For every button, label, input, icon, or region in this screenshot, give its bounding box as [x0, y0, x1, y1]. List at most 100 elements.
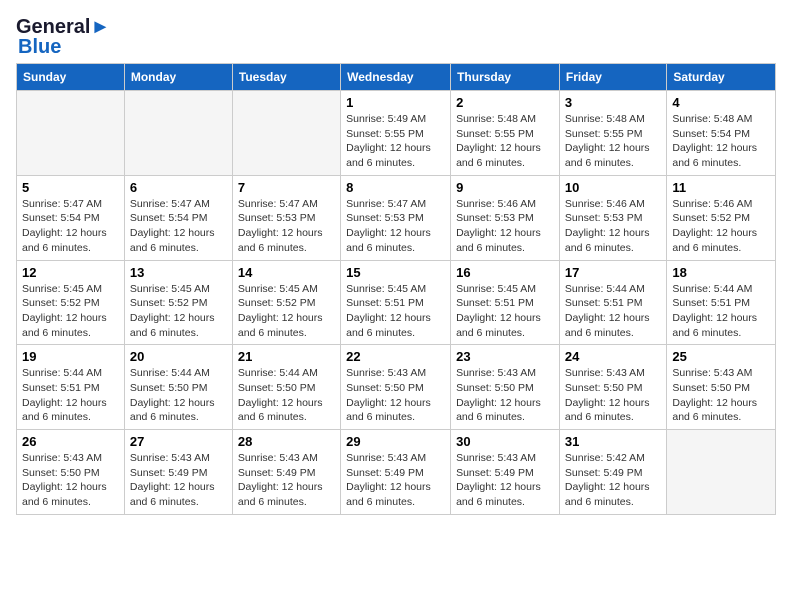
- header-row: SundayMondayTuesdayWednesdayThursdayFrid…: [17, 64, 776, 91]
- calendar-cell: [667, 430, 776, 515]
- day-number: 12: [22, 265, 119, 280]
- calendar-cell: 12 Sunrise: 5:45 AMSunset: 5:52 PMDayligh…: [17, 260, 125, 345]
- col-header-monday: Monday: [124, 64, 232, 91]
- calendar-cell: 27 Sunrise: 5:43 AMSunset: 5:49 PMDayligh…: [124, 430, 232, 515]
- cell-content: Sunrise: 5:46 AMSunset: 5:53 PMDaylight:…: [565, 198, 650, 254]
- week-row-1: 1 Sunrise: 5:49 AMSunset: 5:55 PMDaylight…: [17, 91, 776, 176]
- day-number: 7: [238, 180, 335, 195]
- day-number: 11: [672, 180, 770, 195]
- day-number: 2: [456, 95, 554, 110]
- calendar-cell: 10 Sunrise: 5:46 AMSunset: 5:53 PMDayligh…: [559, 175, 666, 260]
- day-number: 8: [346, 180, 445, 195]
- logo: General► Blue: [16, 16, 110, 59]
- day-number: 1: [346, 95, 445, 110]
- cell-content: Sunrise: 5:48 AMSunset: 5:54 PMDaylight:…: [672, 113, 757, 169]
- col-header-tuesday: Tuesday: [232, 64, 340, 91]
- cell-content: Sunrise: 5:49 AMSunset: 5:55 PMDaylight:…: [346, 113, 431, 169]
- calendar-cell: 29 Sunrise: 5:43 AMSunset: 5:49 PMDayligh…: [341, 430, 451, 515]
- cell-content: Sunrise: 5:46 AMSunset: 5:52 PMDaylight:…: [672, 198, 757, 254]
- calendar-cell: 1 Sunrise: 5:49 AMSunset: 5:55 PMDaylight…: [341, 91, 451, 176]
- cell-content: Sunrise: 5:44 AMSunset: 5:50 PMDaylight:…: [130, 367, 215, 423]
- day-number: 6: [130, 180, 227, 195]
- calendar-table: SundayMondayTuesdayWednesdayThursdayFrid…: [16, 63, 776, 515]
- day-number: 15: [346, 265, 445, 280]
- calendar-cell: 13 Sunrise: 5:45 AMSunset: 5:52 PMDayligh…: [124, 260, 232, 345]
- day-number: 29: [346, 434, 445, 449]
- day-number: 14: [238, 265, 335, 280]
- day-number: 3: [565, 95, 661, 110]
- day-number: 30: [456, 434, 554, 449]
- day-number: 10: [565, 180, 661, 195]
- day-number: 25: [672, 349, 770, 364]
- calendar-cell: 8 Sunrise: 5:47 AMSunset: 5:53 PMDaylight…: [341, 175, 451, 260]
- cell-content: Sunrise: 5:44 AMSunset: 5:51 PMDaylight:…: [22, 367, 107, 423]
- cell-content: Sunrise: 5:44 AMSunset: 5:51 PMDaylight:…: [565, 283, 650, 339]
- calendar-cell: 25Sunrise: 5:43 AMSunset: 5:50 PMDayligh…: [667, 345, 776, 430]
- day-number: 4: [672, 95, 770, 110]
- cell-content: Sunrise: 5:45 AMSunset: 5:52 PMDaylight:…: [22, 283, 107, 339]
- calendar-cell: 22Sunrise: 5:43 AMSunset: 5:50 PMDayligh…: [341, 345, 451, 430]
- day-number: 17: [565, 265, 661, 280]
- cell-content: Sunrise: 5:45 AMSunset: 5:52 PMDaylight:…: [238, 283, 323, 339]
- day-number: 13: [130, 265, 227, 280]
- day-number: 5: [22, 180, 119, 195]
- cell-content: Sunrise: 5:44 AMSunset: 5:50 PMDaylight:…: [238, 367, 323, 423]
- cell-content: Sunrise: 5:47 AMSunset: 5:53 PMDaylight:…: [346, 198, 431, 254]
- calendar-cell: 26 Sunrise: 5:43 AMSunset: 5:50 PMDayligh…: [17, 430, 125, 515]
- col-header-thursday: Thursday: [451, 64, 560, 91]
- calendar-cell: 24 Sunrise: 5:43 AMSunset: 5:50 PMDayligh…: [559, 345, 666, 430]
- calendar-cell: 9 Sunrise: 5:46 AMSunset: 5:53 PMDaylight…: [451, 175, 560, 260]
- calendar-cell: [232, 91, 340, 176]
- day-number: 18: [672, 265, 770, 280]
- day-number: 21: [238, 349, 335, 364]
- col-header-wednesday: Wednesday: [341, 64, 451, 91]
- calendar-cell: [124, 91, 232, 176]
- calendar-cell: 3Sunrise: 5:48 AMSunset: 5:55 PMDaylight…: [559, 91, 666, 176]
- day-number: 23: [456, 349, 554, 364]
- day-number: 28: [238, 434, 335, 449]
- cell-content: Sunrise: 5:43 AMSunset: 5:49 PMDaylight:…: [346, 452, 431, 508]
- cell-content: Sunrise: 5:43 AMSunset: 5:50 PMDaylight:…: [22, 452, 107, 508]
- calendar-cell: 14 Sunrise: 5:45 AMSunset: 5:52 PMDayligh…: [232, 260, 340, 345]
- day-number: 27: [130, 434, 227, 449]
- week-row-5: 26 Sunrise: 5:43 AMSunset: 5:50 PMDayligh…: [17, 430, 776, 515]
- logo-text: General►: [16, 16, 110, 38]
- day-number: 20: [130, 349, 227, 364]
- day-number: 22: [346, 349, 445, 364]
- cell-content: Sunrise: 5:45 AMSunset: 5:51 PMDaylight:…: [346, 283, 431, 339]
- cell-content: Sunrise: 5:48 AMSunset: 5:55 PMDaylight:…: [456, 113, 541, 169]
- col-header-sunday: Sunday: [17, 64, 125, 91]
- calendar-cell: 23 Sunrise: 5:43 AMSunset: 5:50 PMDayligh…: [451, 345, 560, 430]
- day-number: 9: [456, 180, 554, 195]
- calendar-cell: 6Sunrise: 5:47 AMSunset: 5:54 PMDaylight…: [124, 175, 232, 260]
- cell-content: Sunrise: 5:43 AMSunset: 5:50 PMDaylight:…: [456, 367, 541, 423]
- day-number: 16: [456, 265, 554, 280]
- calendar-cell: 31Sunrise: 5:42 AMSunset: 5:49 PMDayligh…: [559, 430, 666, 515]
- week-row-3: 12 Sunrise: 5:45 AMSunset: 5:52 PMDayligh…: [17, 260, 776, 345]
- cell-content: Sunrise: 5:43 AMSunset: 5:49 PMDaylight:…: [238, 452, 323, 508]
- calendar-cell: 15 Sunrise: 5:45 AMSunset: 5:51 PMDayligh…: [341, 260, 451, 345]
- calendar-cell: 4 Sunrise: 5:48 AMSunset: 5:54 PMDaylight…: [667, 91, 776, 176]
- calendar-cell: 18 Sunrise: 5:44 AMSunset: 5:51 PMDayligh…: [667, 260, 776, 345]
- calendar-cell: 17 Sunrise: 5:44 AMSunset: 5:51 PMDayligh…: [559, 260, 666, 345]
- cell-content: Sunrise: 5:43 AMSunset: 5:49 PMDaylight:…: [130, 452, 215, 508]
- calendar-cell: 11 Sunrise: 5:46 AMSunset: 5:52 PMDayligh…: [667, 175, 776, 260]
- calendar-cell: 21 Sunrise: 5:44 AMSunset: 5:50 PMDayligh…: [232, 345, 340, 430]
- cell-content: Sunrise: 5:46 AMSunset: 5:53 PMDaylight:…: [456, 198, 541, 254]
- day-number: 19: [22, 349, 119, 364]
- day-number: 31: [565, 434, 661, 449]
- day-number: 24: [565, 349, 661, 364]
- calendar-cell: 19 Sunrise: 5:44 AMSunset: 5:51 PMDayligh…: [17, 345, 125, 430]
- cell-content: Sunrise: 5:45 AMSunset: 5:51 PMDaylight:…: [456, 283, 541, 339]
- calendar-cell: 5Sunrise: 5:47 AMSunset: 5:54 PMDaylight…: [17, 175, 125, 260]
- logo-blue-text: Blue: [18, 36, 61, 59]
- col-header-friday: Friday: [559, 64, 666, 91]
- week-row-4: 19 Sunrise: 5:44 AMSunset: 5:51 PMDayligh…: [17, 345, 776, 430]
- cell-content: Sunrise: 5:45 AMSunset: 5:52 PMDaylight:…: [130, 283, 215, 339]
- day-number: 26: [22, 434, 119, 449]
- cell-content: Sunrise: 5:43 AMSunset: 5:50 PMDaylight:…: [565, 367, 650, 423]
- cell-content: Sunrise: 5:43 AMSunset: 5:49 PMDaylight:…: [456, 452, 541, 508]
- col-header-saturday: Saturday: [667, 64, 776, 91]
- calendar-cell: 30 Sunrise: 5:43 AMSunset: 5:49 PMDayligh…: [451, 430, 560, 515]
- cell-content: Sunrise: 5:44 AMSunset: 5:51 PMDaylight:…: [672, 283, 757, 339]
